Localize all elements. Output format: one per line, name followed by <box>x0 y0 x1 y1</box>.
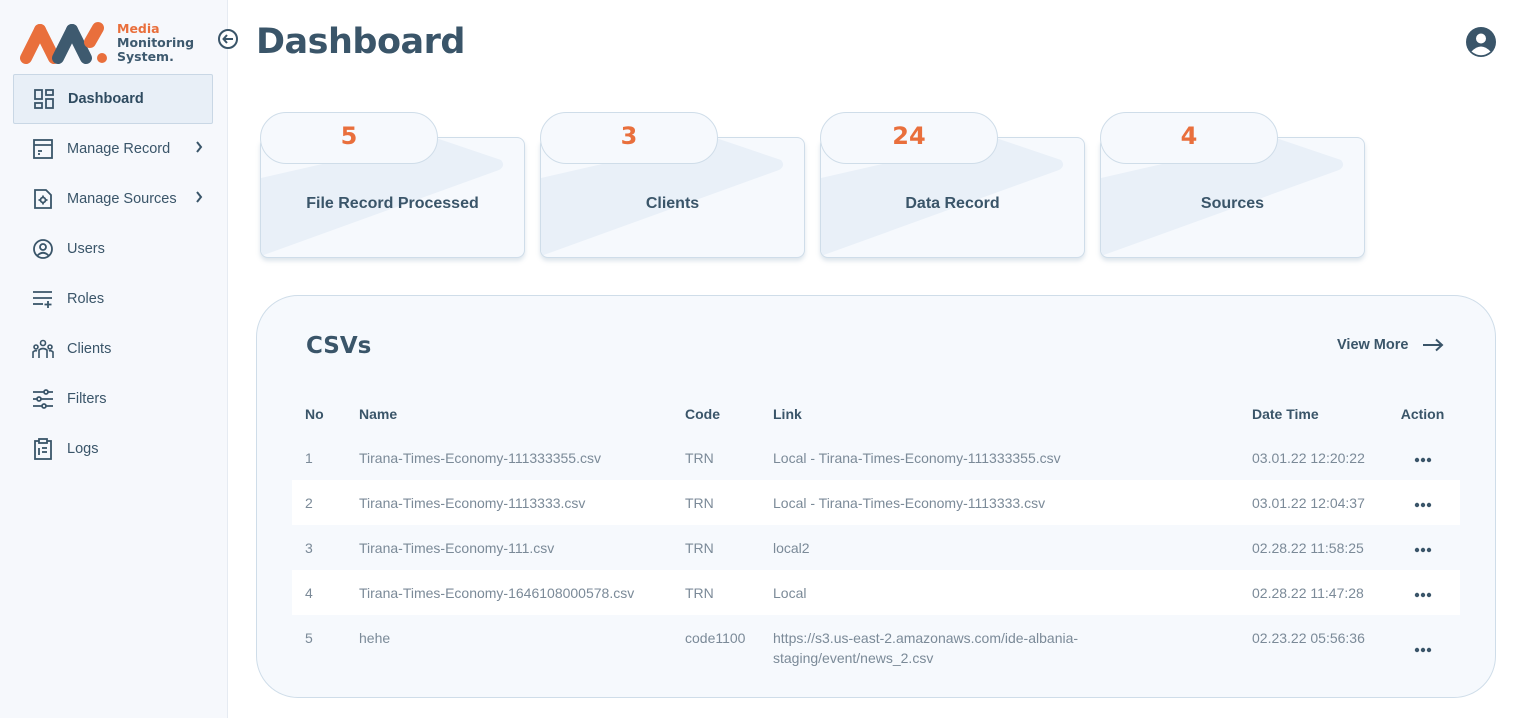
more-actions-icon[interactable] <box>1414 647 1432 653</box>
cell-action <box>1385 615 1460 681</box>
clients-icon <box>32 338 54 360</box>
cell-name: Tirana-Times-Economy-1113333.csv <box>346 480 672 525</box>
sidebar-item-label: Manage Sources <box>67 191 177 207</box>
view-more-link[interactable]: View More <box>1337 337 1444 353</box>
column-header-link[interactable]: Link <box>760 393 1239 435</box>
cell-name: Tirana-Times-Economy-111.csv <box>359 539 555 556</box>
sidebar-item-label: Clients <box>67 341 112 357</box>
app-logo[interactable]: Media Monitoring System. <box>18 20 198 66</box>
collapse-sidebar-button[interactable] <box>218 29 238 49</box>
table-row[interactable]: 2 Tirana-Times-Economy-1113333.csv TRN L… <box>292 480 1460 525</box>
cell-code: TRN <box>685 449 714 466</box>
more-actions-icon[interactable] <box>1414 547 1432 553</box>
logo-mark-icon <box>20 22 107 64</box>
stat-label: Sources <box>1200 195 1265 212</box>
cell-action <box>1385 480 1460 525</box>
cell-code: TRN <box>685 539 714 556</box>
logo-text: Media Monitoring System. <box>117 21 195 64</box>
column-header-code[interactable]: Code <box>672 393 760 435</box>
record-icon <box>32 138 54 160</box>
sidebar-item-manage-record[interactable]: Manage Record <box>13 124 213 174</box>
cell-name: Tirana-Times-Economy-111333355.csv <box>359 449 601 466</box>
cell-link-line: https://s3.us-east-2.amazonaws.com/ide-a… <box>773 630 1079 646</box>
dashboard-icon <box>33 88 55 110</box>
cell-no: 4 <box>292 570 346 615</box>
cell-no: 3 <box>305 539 313 556</box>
stat-label: File Record Processed <box>306 195 479 212</box>
sources-icon <box>32 188 54 210</box>
chevron-right-icon <box>195 191 203 207</box>
sidebar-item-manage-sources[interactable]: Manage Sources <box>13 174 213 224</box>
stat-value: 24 <box>820 112 998 164</box>
sidebar-item-label: Manage Record <box>67 141 171 157</box>
roles-icon <box>32 288 54 310</box>
filters-icon <box>32 388 54 410</box>
csvs-table: No Name Code Link Date Time Action 1 Tir… <box>292 393 1460 681</box>
column-header-datetime[interactable]: Date Time <box>1239 393 1385 435</box>
page-title: Dashboard <box>256 22 465 62</box>
cell-action <box>1385 525 1460 570</box>
more-actions-icon[interactable] <box>1414 592 1432 598</box>
stat-label: Data Record <box>905 195 1000 212</box>
column-header-name[interactable]: Name <box>346 393 672 435</box>
view-more-label: View More <box>1337 337 1409 353</box>
sidebar-nav: Dashboard Manage Record Manage Sources U… <box>13 74 213 474</box>
sidebar-item-logs[interactable]: Logs <box>13 424 213 474</box>
account-icon <box>1466 27 1496 57</box>
sidebar-item-users[interactable]: Users <box>13 224 213 274</box>
sidebar-item-roles[interactable]: Roles <box>13 274 213 324</box>
more-actions-icon[interactable] <box>1414 457 1432 463</box>
arrow-right-icon <box>1423 338 1444 352</box>
user-avatar-button[interactable] <box>1465 26 1497 58</box>
table-row[interactable]: 5 hehe code1100 https://s3.us-east-2.ama… <box>292 615 1460 681</box>
cell-link-line: staging/event/news_2.csv <box>773 650 934 666</box>
sidebar-item-clients[interactable]: Clients <box>13 324 213 374</box>
cell-link: local2 <box>773 539 810 556</box>
sidebar-item-label: Filters <box>67 391 107 407</box>
cell-datetime: 02.23.22 05:56:36 <box>1252 630 1365 646</box>
cell-datetime: 02.28.22 11:58:25 <box>1252 539 1364 556</box>
table-row[interactable]: 4 Tirana-Times-Economy-1646108000578.csv… <box>292 570 1460 615</box>
cell-link: Local - Tirana-Times-Economy-111333355.c… <box>773 449 1061 466</box>
stat-value: 3 <box>540 112 718 164</box>
sidebar-item-filters[interactable]: Filters <box>13 374 213 424</box>
cell-action <box>1385 570 1460 615</box>
sidebar-item-label: Users <box>67 241 105 257</box>
cell-no: 1 <box>305 449 313 466</box>
sidebar: Media Monitoring System. Dashboard Manag… <box>0 0 228 718</box>
sidebar-item-label: Dashboard <box>68 91 144 107</box>
stat-value: 5 <box>260 112 438 164</box>
table-row[interactable]: 1 Tirana-Times-Economy-111333355.csv TRN… <box>292 435 1460 480</box>
sidebar-item-dashboard[interactable]: Dashboard <box>13 74 213 124</box>
cell-no: 2 <box>292 480 346 525</box>
sidebar-item-label: Roles <box>67 291 105 307</box>
cell-code: TRN <box>672 570 760 615</box>
column-header-no[interactable]: No <box>292 393 346 435</box>
cell-link: https://s3.us-east-2.amazonaws.com/ide-a… <box>760 615 1239 681</box>
cell-datetime: 03.01.22 12:04:37 <box>1239 480 1385 525</box>
stat-value: 4 <box>1100 112 1278 164</box>
more-actions-icon[interactable] <box>1414 502 1432 508</box>
logs-icon <box>32 438 54 460</box>
cell-action <box>1385 435 1460 480</box>
chevron-right-icon <box>195 141 203 157</box>
cell-datetime: 03.01.22 12:20:22 <box>1252 449 1365 466</box>
cell-link: Local - Tirana-Times-Economy-1113333.csv <box>760 480 1239 525</box>
cell-datetime: 02.28.22 11:47:28 <box>1239 570 1385 615</box>
table-row[interactable]: 3 Tirana-Times-Economy-111.csv TRN local… <box>292 525 1460 570</box>
cell-no: 5 <box>305 630 313 646</box>
cell-link: Local <box>760 570 1239 615</box>
arrow-left-icon <box>222 34 233 44</box>
csvs-panel: CSVs View More No Name Code Link Date Ti… <box>256 295 1496 698</box>
panel-title: CSVs <box>306 333 372 359</box>
cell-name: Tirana-Times-Economy-1646108000578.csv <box>346 570 672 615</box>
column-header-action: Action <box>1400 406 1445 422</box>
cell-name: hehe <box>359 630 391 646</box>
user-icon <box>32 238 54 260</box>
cell-code: TRN <box>672 480 760 525</box>
cell-code: code1100 <box>685 630 746 646</box>
sidebar-item-label: Logs <box>67 441 99 457</box>
stat-label: Clients <box>645 195 700 212</box>
table-header-row: No Name Code Link Date Time Action <box>292 393 1460 435</box>
